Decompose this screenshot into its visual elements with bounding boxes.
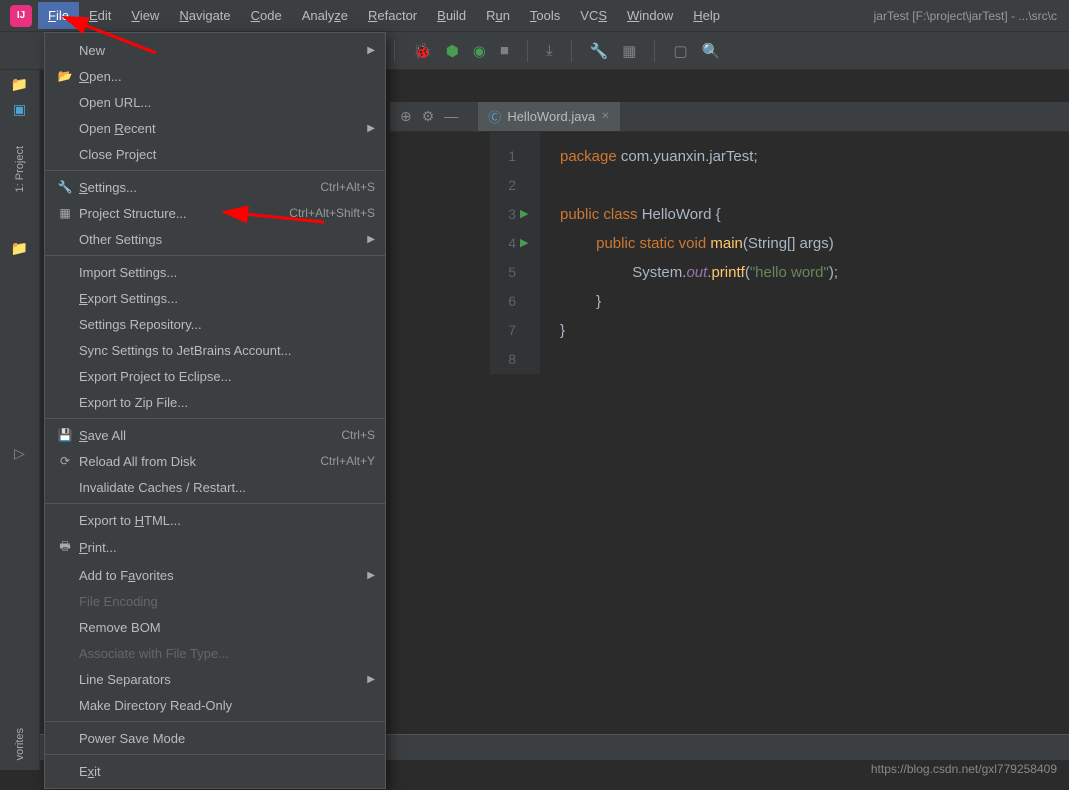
menu-sync-jetbrains[interactable]: Sync Settings to JetBrains Account... <box>45 337 385 363</box>
menu-assoc-filetype: Associate with File Type... <box>45 640 385 666</box>
menubar: IJ File Edit View Navigate Code Analyze … <box>0 0 1069 32</box>
menu-save-all[interactable]: 💾Save AllCtrl+S <box>45 422 385 448</box>
project-tool-label[interactable]: 1: Project <box>14 146 26 192</box>
editor-tab[interactable]: Ⓒ HelloWord.java ✕ <box>478 102 619 131</box>
minimize-icon[interactable]: — <box>444 108 458 125</box>
menu-new[interactable]: New▶ <box>45 37 385 63</box>
menu-export-eclipse[interactable]: Export Project to Eclipse... <box>45 363 385 389</box>
menu-tools[interactable]: Tools <box>520 2 570 29</box>
open-folder-icon: 📂 <box>55 69 75 83</box>
editor-header: ⊕ ⚙ — Ⓒ HelloWord.java ✕ <box>390 102 1069 132</box>
save-icon: 💾 <box>55 428 75 442</box>
app-icon: IJ <box>10 5 32 27</box>
gear-icon[interactable]: ⚙ <box>422 108 435 125</box>
menu-line-separators[interactable]: Line Separators▶ <box>45 666 385 692</box>
menu-print[interactable]: 🖶Print... <box>45 533 385 562</box>
menu-analyze[interactable]: Analyze <box>292 2 358 29</box>
close-icon[interactable]: ✕ <box>601 111 609 122</box>
menu-settings-repo[interactable]: Settings Repository... <box>45 311 385 337</box>
run-gutter-icon[interactable]: ▶ <box>520 229 540 258</box>
menu-add-favorites[interactable]: Add to Favorites▶ <box>45 562 385 588</box>
menu-project-structure[interactable]: ▦Project Structure...Ctrl+Alt+Shift+S <box>45 200 385 226</box>
run-dash-icon[interactable]: ▢ <box>673 42 687 60</box>
menu-vcs[interactable]: VCS <box>570 2 617 29</box>
folder-jar-icon[interactable]: ▣ <box>13 101 26 118</box>
menu-remove-bom[interactable]: Remove BOM <box>45 614 385 640</box>
window-title-path: jarTest [F:\project\jarTest] - ...\src\c <box>874 9 1065 23</box>
menu-view[interactable]: View <box>121 2 169 29</box>
folder-icon-2[interactable]: 📁 <box>11 240 28 257</box>
menu-make-readonly[interactable]: Make Directory Read-Only <box>45 692 385 718</box>
left-sidebar: 📁 ▣ 1: Project 📁 ▷ vorites <box>0 70 40 770</box>
menu-reload-disk[interactable]: ⟳Reload All from DiskCtrl+Alt+Y <box>45 448 385 474</box>
coverage-icon[interactable]: ⬢ <box>446 42 459 60</box>
search-icon[interactable]: 🔍 <box>702 42 721 60</box>
menu-navigate[interactable]: Navigate <box>169 2 240 29</box>
wrench-icon: 🔧 <box>55 180 75 194</box>
structure-icon[interactable]: ▦ <box>622 42 636 60</box>
menu-import-settings[interactable]: Import Settings... <box>45 259 385 285</box>
menu-export-html[interactable]: Export to HTML... <box>45 507 385 533</box>
code-editor[interactable]: package com.yuanxin.jarTest; public clas… <box>560 132 1069 345</box>
java-class-icon: Ⓒ <box>488 107 501 126</box>
menu-open-url[interactable]: Open URL... <box>45 89 385 115</box>
print-icon: 🖶 <box>55 537 75 558</box>
watermark: https://blog.csdn.net/gxl779258409 <box>871 762 1057 776</box>
menu-file-encoding: File Encoding <box>45 588 385 614</box>
menu-export-zip[interactable]: Export to Zip File... <box>45 389 385 415</box>
wrench-icon[interactable]: 🔧 <box>590 42 609 60</box>
menu-edit[interactable]: Edit <box>79 2 121 29</box>
menu-build[interactable]: Build <box>427 2 476 29</box>
menu-run[interactable]: Run <box>476 2 520 29</box>
gutter-icons: ▶ ▶ <box>520 132 540 374</box>
git-icon[interactable]: ⤓ <box>546 42 553 59</box>
menu-other-settings[interactable]: Other Settings▶ <box>45 226 385 252</box>
menu-export-settings[interactable]: Export Settings... <box>45 285 385 311</box>
menu-open-recent[interactable]: Open Recent▶ <box>45 115 385 141</box>
stop-icon[interactable]: ■ <box>500 42 509 59</box>
menu-window[interactable]: Window <box>617 2 683 29</box>
menu-help[interactable]: Help <box>683 2 730 29</box>
play-outline-icon[interactable]: ▷ <box>14 445 25 462</box>
menu-refactor[interactable]: Refactor <box>358 2 427 29</box>
menu-settings[interactable]: 🔧Settings...Ctrl+Alt+S <box>45 174 385 200</box>
folder-icon[interactable]: 📁 <box>11 76 28 93</box>
menu-file[interactable]: File <box>38 2 79 29</box>
favorites-tool-label[interactable]: vorites <box>14 728 26 760</box>
file-dropdown: New▶ 📂Open... Open URL... Open Recent▶ C… <box>44 32 386 789</box>
tab-filename: HelloWord.java <box>507 109 595 124</box>
menu-code[interactable]: Code <box>241 2 292 29</box>
menu-exit[interactable]: Exit <box>45 758 385 784</box>
menu-power-save[interactable]: Power Save Mode <box>45 725 385 751</box>
target-icon[interactable]: ⊕ <box>400 108 412 125</box>
menu-close-project[interactable]: Close Project <box>45 141 385 167</box>
structure-icon: ▦ <box>55 206 75 220</box>
debug-icon[interactable]: 🐞 <box>413 42 432 60</box>
menu-invalidate-caches[interactable]: Invalidate Caches / Restart... <box>45 474 385 500</box>
sync-icon: ⟳ <box>55 454 75 468</box>
menu-open[interactable]: 📂Open... <box>45 63 385 89</box>
profile-icon[interactable]: ◉ <box>473 42 486 60</box>
run-gutter-icon[interactable]: ▶ <box>520 200 540 229</box>
